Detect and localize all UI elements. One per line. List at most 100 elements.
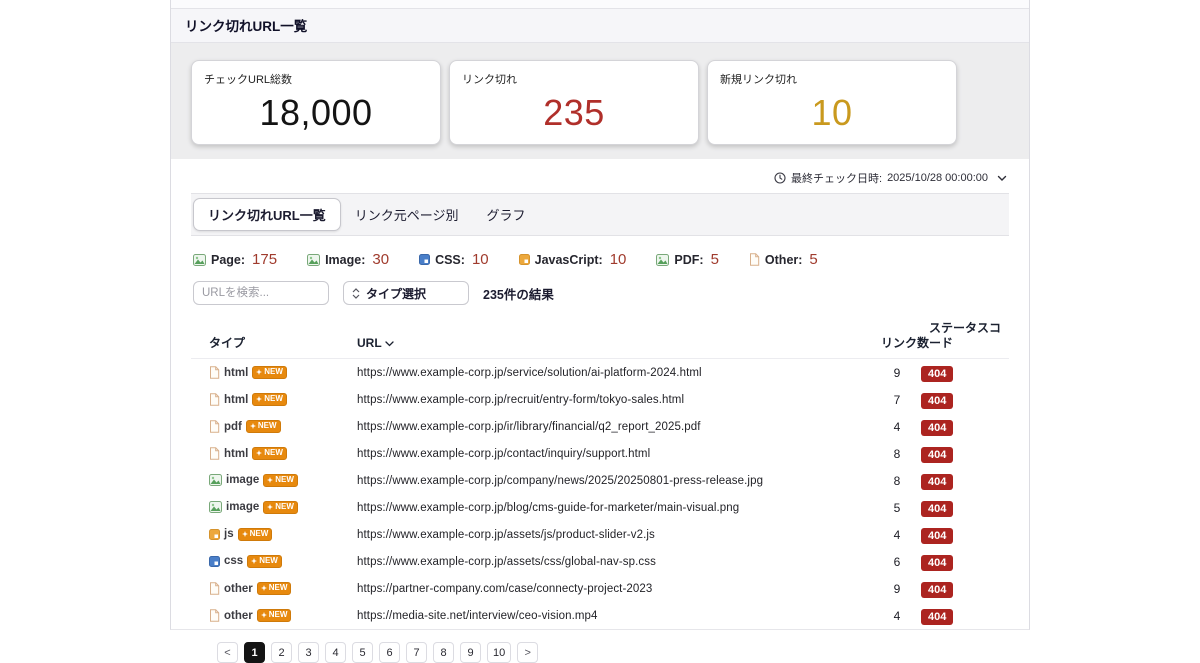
broken-url[interactable]: https://www.example-corp.jp/service/solu…: [357, 367, 873, 379]
result-count: 235件の結果: [483, 284, 554, 303]
broken-url[interactable]: https://www.example-corp.jp/ir/library/f…: [357, 421, 873, 433]
sparkle-icon: [242, 531, 248, 537]
broken-url[interactable]: https://www.example-corp.jp/contact/inqu…: [357, 448, 873, 460]
filter-label: JavasCript:: [535, 253, 603, 267]
sparkle-icon: [251, 558, 257, 564]
filter-pdf[interactable]: PDF: 5: [656, 251, 719, 268]
pagination-page-button[interactable]: 4: [325, 642, 346, 663]
type-label: js: [224, 528, 234, 540]
header-status-code[interactable]: ステータスコード: [929, 321, 1009, 351]
document-icon: [209, 393, 220, 406]
document-icon: [749, 253, 760, 266]
js-icon: [209, 529, 220, 540]
filter-page[interactable]: Page: 175: [193, 251, 277, 268]
filter-label: Image:: [325, 253, 365, 267]
header-type[interactable]: タイプ: [209, 336, 357, 351]
table-row[interactable]: htmlNEW https://www.example-corp.jp/recr…: [191, 386, 1009, 413]
status-code-badge: 404: [921, 393, 953, 409]
filter-count: 5: [711, 251, 719, 268]
stat-value: 10: [720, 92, 944, 134]
table-row[interactable]: imageNEW https://www.example-corp.jp/blo…: [191, 494, 1009, 521]
page-title: リンク切れURL一覧: [171, 9, 1029, 43]
new-badge: NEW: [247, 555, 282, 568]
filter-javascript[interactable]: JavasCript: 10: [519, 251, 627, 268]
stat-value: 235: [462, 92, 686, 134]
table-row[interactable]: htmlNEW https://www.example-corp.jp/serv…: [191, 359, 1009, 386]
last-check-row: 最終チェック日時: 2025/10/28 00:00:00: [191, 159, 1009, 193]
filter-count: 175: [252, 251, 277, 268]
pagination-page-button[interactable]: 9: [460, 642, 481, 663]
table-row[interactable]: otherNEW https://media-site.net/intervie…: [191, 602, 1009, 629]
broken-url[interactable]: https://media-site.net/interview/ceo-vis…: [357, 610, 873, 622]
broken-url[interactable]: https://www.example-corp.jp/assets/js/pr…: [357, 529, 873, 541]
controls-row: タイプ選択 235件の結果: [191, 279, 1009, 319]
stat-card-total-urls: チェックURL総数 18,000: [191, 60, 441, 145]
stat-card-new-broken-links: 新規リンク切れ 10: [707, 60, 957, 145]
link-count: 4: [873, 609, 921, 623]
type-select-dropdown[interactable]: タイプ選択: [343, 281, 469, 305]
filter-label: CSS:: [435, 253, 465, 267]
document-icon: [209, 447, 220, 460]
status-code-badge: 404: [921, 582, 953, 598]
link-count: 5: [873, 501, 921, 515]
broken-url[interactable]: https://www.example-corp.jp/recruit/entr…: [357, 394, 873, 406]
new-badge: NEW: [257, 609, 292, 622]
table-row[interactable]: cssNEW https://www.example-corp.jp/asset…: [191, 548, 1009, 575]
link-count: 8: [873, 447, 921, 461]
image-icon: [209, 501, 222, 513]
url-search-input[interactable]: [193, 281, 329, 305]
filter-label: PDF:: [674, 253, 703, 267]
status-code-badge: 404: [921, 501, 953, 517]
pagination-page-button[interactable]: 5: [352, 642, 373, 663]
type-select-value: タイプ選択: [366, 285, 426, 302]
new-badge: NEW: [263, 501, 298, 514]
table-row[interactable]: pdfNEW https://www.example-corp.jp/ir/li…: [191, 413, 1009, 440]
pagination-page-button[interactable]: 2: [271, 642, 292, 663]
tab-graph[interactable]: グラフ: [472, 199, 539, 230]
header-link-count[interactable]: リンク数: [881, 336, 929, 351]
sparkle-icon: [267, 504, 273, 510]
tab-source-page[interactable]: リンク元ページ別: [341, 199, 473, 230]
header-url-label: URL: [357, 336, 382, 351]
type-label: html: [224, 448, 248, 460]
pagination-page-button[interactable]: 10: [487, 642, 511, 663]
type-label: html: [224, 394, 248, 406]
table-header: タイプ URL リンク数 ステータスコード: [191, 319, 1009, 359]
pagination-page-button[interactable]: 3: [298, 642, 319, 663]
filter-count: 30: [372, 251, 389, 268]
pagination-prev-button[interactable]: <: [217, 642, 238, 663]
filter-other[interactable]: Other: 5: [749, 251, 818, 268]
stats-cards: チェックURL総数 18,000 リンク切れ 235 新規リンク切れ 10: [171, 43, 1029, 159]
last-check-value: 2025/10/28 00:00:00: [887, 172, 988, 184]
broken-url[interactable]: https://partner-company.com/case/connect…: [357, 583, 873, 595]
table-row[interactable]: imageNEW https://www.example-corp.jp/com…: [191, 467, 1009, 494]
broken-url[interactable]: https://www.example-corp.jp/company/news…: [357, 475, 873, 487]
status-code-badge: 404: [921, 555, 953, 571]
status-code-badge: 404: [921, 420, 953, 436]
filter-count: 5: [809, 251, 817, 268]
broken-url[interactable]: https://www.example-corp.jp/assets/css/g…: [357, 556, 873, 568]
status-code-badge: 404: [921, 447, 953, 463]
tab-bar: リンク切れURL一覧 リンク元ページ別 グラフ: [191, 193, 1009, 236]
chevron-down-icon[interactable]: [997, 175, 1007, 182]
pagination-page-button[interactable]: 6: [379, 642, 400, 663]
pagination-page-button[interactable]: 8: [433, 642, 454, 663]
last-check-label: 最終チェック日時:: [791, 170, 882, 186]
image-icon: [193, 254, 206, 266]
pagination-page-button[interactable]: 7: [406, 642, 427, 663]
tab-broken-url-list[interactable]: リンク切れURL一覧: [193, 198, 341, 231]
sparkle-icon: [261, 585, 267, 591]
stat-label: リンク切れ: [462, 71, 686, 87]
broken-url[interactable]: https://www.example-corp.jp/blog/cms-gui…: [357, 502, 873, 514]
header-url[interactable]: URL: [357, 336, 881, 351]
pagination-page-button[interactable]: 1: [244, 642, 265, 663]
pagination-next-button[interactable]: >: [517, 642, 538, 663]
table-row[interactable]: otherNEW https://partner-company.com/cas…: [191, 575, 1009, 602]
image-icon: [209, 474, 222, 486]
sparkle-icon: [261, 612, 267, 618]
table-row[interactable]: htmlNEW https://www.example-corp.jp/cont…: [191, 440, 1009, 467]
filter-image[interactable]: Image: 30: [307, 251, 389, 268]
filter-css[interactable]: CSS: 10: [419, 251, 489, 268]
select-arrows-icon: [352, 288, 360, 299]
table-row[interactable]: jsNEW https://www.example-corp.jp/assets…: [191, 521, 1009, 548]
